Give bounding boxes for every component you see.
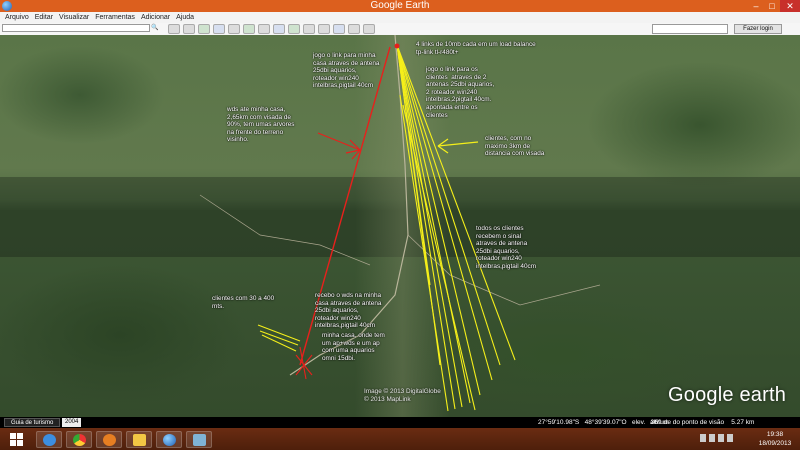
system-tray: [700, 434, 746, 444]
taskbar-chrome-icon[interactable]: [66, 431, 92, 448]
google-earth-logo: Google earth: [668, 384, 786, 406]
add-polygon-icon[interactable]: [198, 24, 210, 34]
login-email-field[interactable]: [652, 24, 728, 34]
taskbar-app-icon[interactable]: [186, 431, 212, 448]
windows-taskbar: 19:38 18/09/2013: [0, 428, 800, 450]
annotation-link-home: jogo o link para minha casa atraves de a…: [313, 52, 380, 90]
close-button[interactable]: ✕: [780, 0, 800, 12]
login-button[interactable]: Fazer login: [734, 24, 782, 34]
tray-network-icon[interactable]: [718, 434, 724, 442]
clock-date: 18/09/2013: [758, 440, 792, 447]
logo-product: earth: [739, 384, 787, 406]
add-placemark-icon[interactable]: [183, 24, 195, 34]
ruler-icon[interactable]: [303, 24, 315, 34]
google-earth-window: Google Earth – □ ✕ Arquivo Editar Visual…: [0, 0, 800, 450]
clock-time: 19:38: [766, 431, 784, 438]
imagery-credit-line: © 2013 MapLink: [364, 395, 411, 403]
imagery-credit: Image © 2013 DigitalGlobe © 2013 MapLink: [364, 388, 441, 403]
menu-visualizar[interactable]: Visualizar: [56, 12, 92, 23]
search-icon[interactable]: 🔍: [150, 24, 160, 32]
google-maps-icon[interactable]: [363, 24, 375, 34]
taskbar-media-icon[interactable]: [96, 431, 122, 448]
title-bar[interactable]: Google Earth – □ ✕: [0, 0, 800, 12]
menu-editar[interactable]: Editar: [32, 12, 56, 23]
annotation-all-clients: todos os clientes recebem o sinal atrave…: [476, 225, 537, 270]
annotation-clients-range: clientes, com no maximo 3km de distancia…: [485, 135, 545, 158]
imagery-credit-line: Image © 2013 DigitalGlobe: [364, 388, 441, 395]
maximize-button[interactable]: □: [764, 0, 780, 12]
annotation-my-house: minha casa, onde tem um ap+wds e um ap c…: [322, 332, 385, 362]
status-bar: Guia de turismo 2004 27°59'10.98"S 48°39…: [0, 417, 800, 428]
annotation-top-links: 4 links de 10mb cada em um load balance …: [416, 41, 536, 56]
tour-guide-tab[interactable]: Guia de turismo: [4, 418, 61, 427]
add-overlay-icon[interactable]: [228, 24, 240, 34]
record-tour-icon[interactable]: [243, 24, 255, 34]
toolbar-icons: [168, 24, 375, 34]
sunlight-icon[interactable]: [273, 24, 285, 34]
minimize-button[interactable]: –: [748, 0, 764, 12]
wds-arrow: [317, 132, 361, 160]
eye-altitude-readout: altitude do ponto de visão 5.27 km: [650, 419, 755, 426]
annotation-clients-near: clientes com 30 a 400 mts.: [212, 295, 275, 310]
taskbar-ie-icon[interactable]: [36, 431, 62, 448]
hide-sidebar-icon[interactable]: [168, 24, 180, 34]
menu-ferramentas[interactable]: Ferramentas: [92, 12, 138, 23]
windows-start-icon[interactable]: [10, 433, 24, 446]
map-overlay: [199, 35, 601, 412]
add-path-icon[interactable]: [213, 24, 225, 34]
imagery-year: 2004: [62, 418, 82, 427]
taskbar-clock[interactable]: 19:38 18/09/2013: [752, 430, 798, 448]
search-input[interactable]: [2, 24, 150, 32]
toolbar: 🔍 Fazer login: [0, 23, 800, 35]
historical-imagery-icon[interactable]: [258, 24, 270, 34]
menu-ajuda[interactable]: Ajuda: [173, 12, 197, 23]
map-view[interactable]: 4 links de 10mb cada em um load balance …: [0, 35, 800, 417]
tray-flag-icon[interactable]: [709, 434, 715, 442]
taskbar-explorer-icon[interactable]: [126, 431, 152, 448]
tray-up-arrow-icon[interactable]: [700, 434, 706, 442]
taskbar-google-earth-icon[interactable]: [156, 431, 182, 448]
client-link-line: [402, 104, 476, 411]
menu-arquivo[interactable]: Arquivo: [2, 12, 32, 23]
client-link-line: [399, 94, 449, 412]
tower-marker: [394, 43, 400, 49]
logo-brand: Google: [668, 384, 734, 406]
planets-icon[interactable]: [288, 24, 300, 34]
save-image-icon[interactable]: [348, 24, 360, 34]
email-icon[interactable]: [318, 24, 330, 34]
menu-bar: Arquivo Editar Visualizar Ferramentas Ad…: [0, 12, 800, 23]
tray-volume-icon[interactable]: [727, 434, 733, 442]
window-title: Google Earth: [370, 0, 430, 11]
print-icon[interactable]: [333, 24, 345, 34]
annotation-receive-wds: recebo o wds na minha casa atraves de an…: [315, 292, 382, 330]
menu-adicionar[interactable]: Adicionar: [138, 12, 173, 23]
annotation-link-clients: jogo o link para os clientes atraves de …: [426, 66, 495, 119]
annotation-wds-home: wds ate minha casa, 2,65km com visada de…: [227, 106, 295, 144]
clients-arrow: [437, 138, 479, 154]
